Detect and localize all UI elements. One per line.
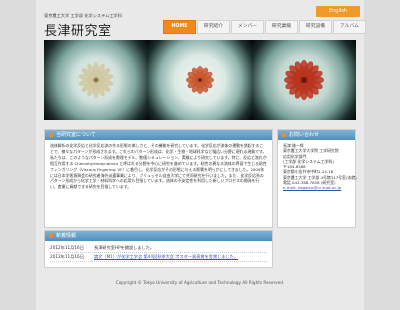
petri-dish-pattern-icon [78,62,114,98]
main-nav: HOME 研究紹介 メンバー 研究業績 研究設備 アルバム [163,20,367,34]
news-heading: 新着情報 [45,231,272,241]
contact-heading: お問い合わせ [278,130,355,140]
about-panel: 当研究室について 流体解析の化学反応と化学反応流の作る形態の美しさと、その機能を… [44,129,273,228]
petri-dish-pattern-icon [186,66,214,94]
site-title[interactable]: 長津研究室 [44,20,112,39]
petri-dish-image-3 [252,40,356,120]
about-heading-text: 当研究室について [56,132,96,138]
news-heading-text: 新着情報 [56,233,77,239]
news-item: 2012年11月16日 論文（M1）が化学工学会 第44回秋季大会 ポスター発表… [50,253,267,262]
petri-dish-image-2 [148,40,252,120]
news-panel: 新着情報 2012年11月16日 長津研究室HPを開設しました。 2012年11… [44,230,273,268]
news-item: 2012年11月16日 長津研究室HPを開設しました。 [50,244,267,253]
news-date: 2012年11月16日 [50,245,84,250]
news-list: 2012年11月16日 長津研究室HPを開設しました。 2012年11月16日 … [45,241,272,265]
heading-bullet-icon [282,133,286,137]
footer-copyright: Copyright © Tokyo University of Agricult… [115,280,285,285]
heading-bullet-icon [49,133,53,137]
affiliation-text: 東京農工大学 工学部 化学システム工学科 [44,13,122,18]
contact-email-link[interactable]: e-mail: nagatsu@cc.tuat.ac.jp [283,185,350,190]
nav-members[interactable]: メンバー [231,20,264,34]
nav-facilities[interactable]: 研究設備 [299,20,332,34]
nav-research[interactable]: 研究紹介 [197,20,230,34]
news-text: 長津研究室HPを開設しました。 [94,245,155,250]
news-date: 2012年11月16日 [50,254,84,259]
petri-dish-pattern-icon [284,60,324,100]
contact-body: 長津 雄一郎 東京農工大学大学院 工学研究院 応用化学部門 (工学部 化学システ… [278,140,357,194]
contact-heading-text: お問い合わせ [289,132,320,138]
news-link[interactable]: 論文（M1）が化学工学会 第44回秋季大会 ポスター発表賞を受賞しました。 [94,253,238,261]
nav-album[interactable]: アルバム [333,20,366,34]
hero-banner [44,40,356,120]
contact-panel: お問い合わせ 長津 雄一郎 東京農工大学大学院 工学研究院 応用化学部門 (工学… [277,129,357,228]
petri-dish-image-1 [44,40,148,120]
nav-publications[interactable]: 研究業績 [265,20,298,34]
about-heading: 当研究室について [45,130,272,140]
english-button[interactable]: English [316,6,360,17]
heading-bullet-icon [49,234,53,238]
nav-home[interactable]: HOME [163,20,196,34]
about-text: 流体解析の化学反応と化学反応流の作る形態の美しさと、その機能を研究しています。化… [50,143,267,190]
